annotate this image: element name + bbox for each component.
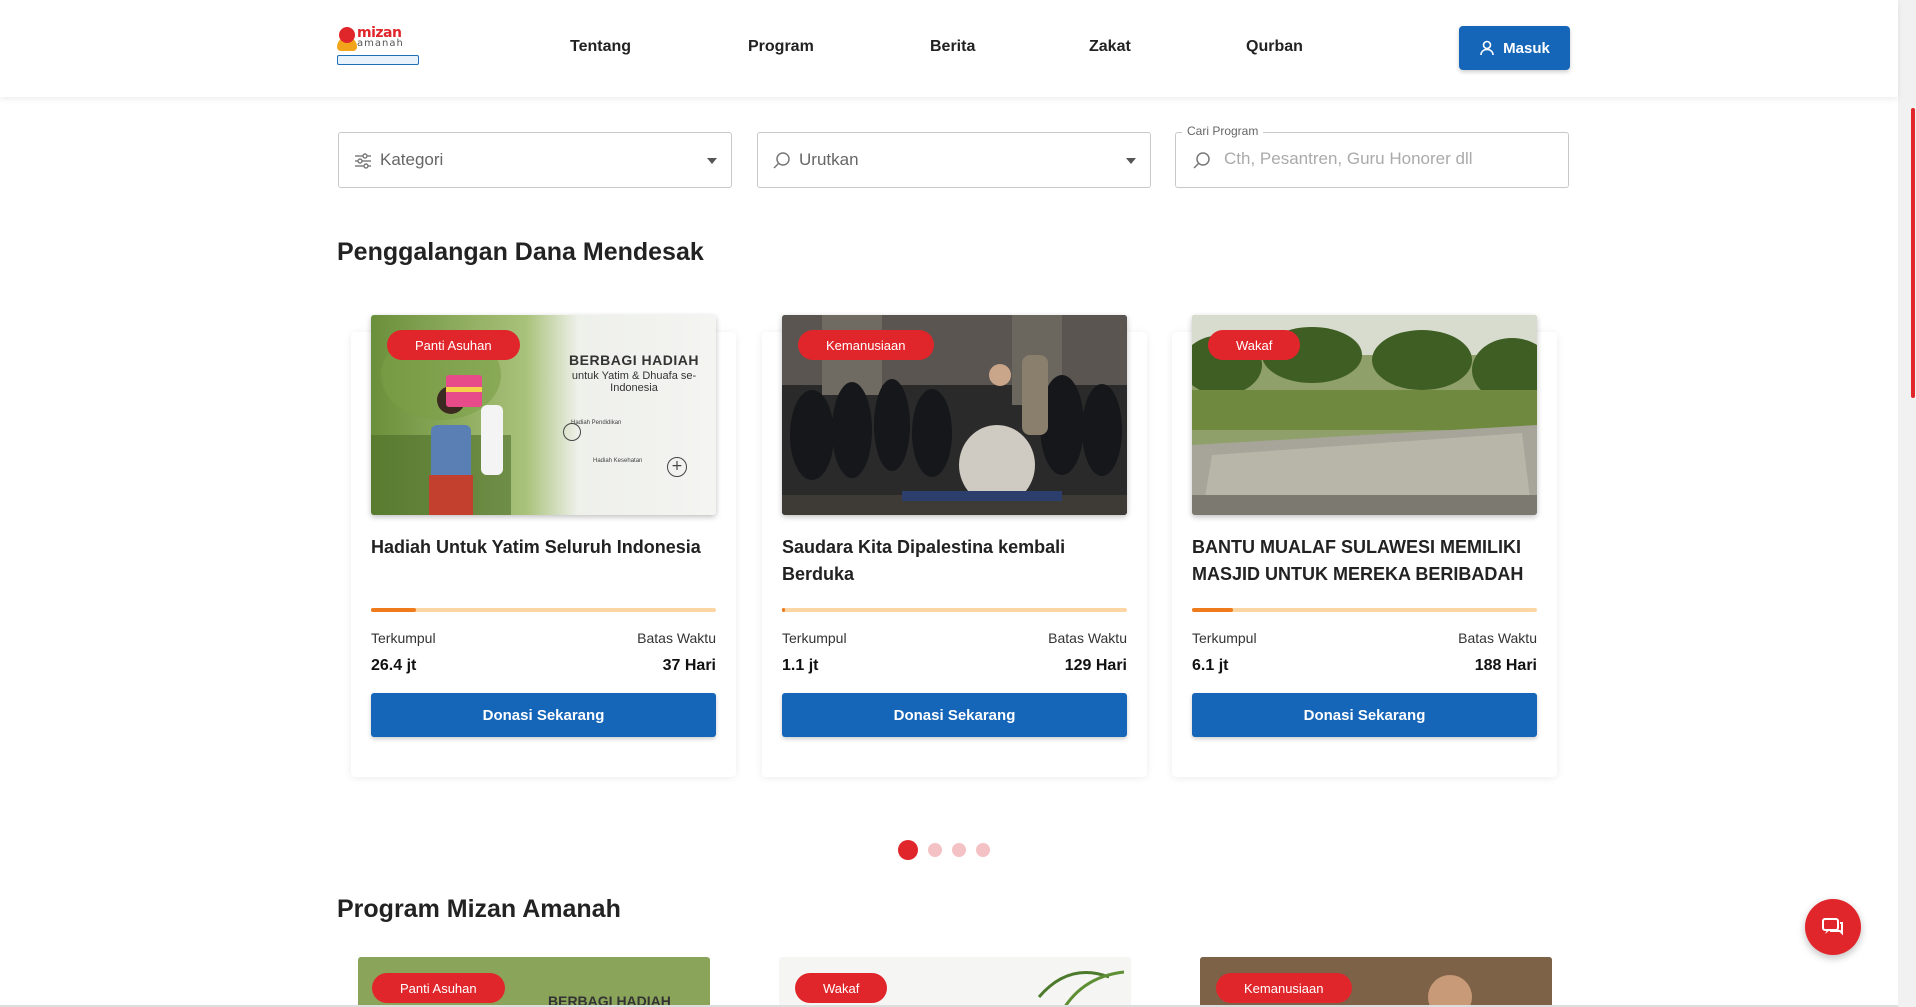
carousel-dot[interactable] bbox=[898, 840, 918, 860]
campaign-title[interactable]: BANTU MUALAF SULAWESI MEMILIKI MASJID UN… bbox=[1192, 534, 1537, 588]
category-badge: Kemanusiaan bbox=[1216, 973, 1352, 1003]
search-icon bbox=[773, 152, 790, 169]
section-title-urgent: Penggalangan Dana Mendesak bbox=[337, 238, 704, 266]
nav-item-tentang[interactable]: Tentang bbox=[570, 38, 631, 56]
search-icon bbox=[1193, 152, 1210, 169]
image-item-health: Hadiah Kesehatan bbox=[593, 458, 643, 464]
category-badge: Wakaf bbox=[1208, 330, 1301, 360]
progress-fill bbox=[782, 608, 786, 612]
graduation-icon bbox=[563, 423, 581, 441]
carousel-dot[interactable] bbox=[976, 843, 990, 857]
logo-subtext: amanah bbox=[357, 38, 404, 49]
progress-bar bbox=[1192, 608, 1537, 612]
carousel-dot[interactable] bbox=[928, 843, 942, 857]
scrollbar-thumb[interactable] bbox=[1911, 108, 1915, 398]
category-badge: Panti Asuhan bbox=[387, 330, 520, 360]
deadline-value: 37 Hari bbox=[662, 657, 716, 674]
donate-button[interactable]: Donasi Sekarang bbox=[782, 693, 1127, 737]
deadline-label: Batas Waktu bbox=[1458, 630, 1537, 646]
donate-button[interactable]: Donasi Sekarang bbox=[1192, 693, 1537, 737]
category-placeholder: Kategori bbox=[380, 150, 444, 169]
collected-label: Terkumpul bbox=[371, 630, 436, 646]
search-label: Cari Program bbox=[1182, 124, 1264, 138]
campaign-image[interactable]: Kemanusiaan bbox=[782, 315, 1127, 515]
campaign-image[interactable]: Wakaf bbox=[1192, 315, 1537, 515]
campaign-title[interactable]: Saudara Kita Dipalestina kembali Berduka bbox=[782, 534, 1127, 588]
chat-button[interactable] bbox=[1805, 899, 1861, 955]
deadline-value: 129 Hari bbox=[1064, 657, 1127, 674]
campaign-card[interactable]: BERBAGI HADIAH untuk Yatim & Dhuafa se-I… bbox=[351, 315, 736, 777]
logo-tagline-bar bbox=[337, 55, 419, 65]
nav-item-program[interactable]: Program bbox=[748, 38, 814, 56]
collected-value: 1.1 jt bbox=[782, 657, 819, 674]
section-title-programs: Program Mizan Amanah bbox=[337, 895, 621, 923]
sort-placeholder: Urutkan bbox=[799, 150, 859, 169]
search-field[interactable] bbox=[1175, 132, 1569, 188]
nav-item-berita[interactable]: Berita bbox=[930, 38, 975, 56]
campaign-card[interactable]: Kemanusiaan Saudara Kita Dipalestina kem… bbox=[762, 315, 1147, 777]
category-badge: Panti Asuhan bbox=[372, 973, 505, 1003]
login-label: Masuk bbox=[1503, 39, 1550, 57]
progress-fill bbox=[1192, 608, 1234, 612]
progress-bar bbox=[371, 608, 716, 612]
campaign-title[interactable]: Hadiah Untuk Yatim Seluruh Indonesia bbox=[371, 534, 716, 561]
deadline-label: Batas Waktu bbox=[1048, 630, 1127, 646]
deadline-label: Batas Waktu bbox=[637, 630, 716, 646]
carousel-dot[interactable] bbox=[952, 843, 966, 857]
plus-icon: + bbox=[667, 457, 687, 477]
logo[interactable]: mizan amanah bbox=[337, 25, 421, 67]
chevron-down-icon bbox=[707, 158, 717, 164]
collected-label: Terkumpul bbox=[1192, 630, 1257, 646]
deadline-value: 188 Hari bbox=[1474, 657, 1537, 674]
category-badge: Wakaf bbox=[795, 973, 888, 1003]
user-icon bbox=[1480, 40, 1494, 56]
campaign-card[interactable]: Wakaf BANTU MUALAF SULAWESI MEMILIKI MAS… bbox=[1172, 315, 1557, 777]
collected-value: 6.1 jt bbox=[1192, 657, 1229, 674]
login-button[interactable]: Masuk bbox=[1459, 26, 1570, 70]
progress-bar bbox=[782, 608, 1127, 612]
donate-button[interactable]: Donasi Sekarang bbox=[371, 693, 716, 737]
campaign-image[interactable]: BERBAGI HADIAH untuk Yatim & Dhuafa se-I… bbox=[371, 315, 716, 515]
image-subtext: untuk Yatim & Dhuafa se-Indonesia bbox=[571, 370, 697, 394]
sort-select[interactable]: Urutkan bbox=[757, 132, 1151, 188]
nav-item-zakat[interactable]: Zakat bbox=[1089, 38, 1131, 56]
image-headline: BERBAGI HADIAH bbox=[569, 352, 699, 368]
carousel-pagination bbox=[898, 840, 990, 860]
logo-figure-head bbox=[339, 27, 355, 43]
search-input[interactable] bbox=[1224, 149, 1554, 169]
category-select[interactable]: Kategori bbox=[338, 132, 732, 188]
site-header: mizan amanah Tentang Program Berita Zaka… bbox=[0, 0, 1898, 97]
nav-item-qurban[interactable]: Qurban bbox=[1246, 38, 1303, 56]
category-badge: Kemanusiaan bbox=[798, 330, 934, 360]
sliders-icon bbox=[355, 153, 371, 169]
chat-icon bbox=[1822, 918, 1843, 936]
collected-value: 26.4 jt bbox=[371, 657, 417, 674]
collected-label: Terkumpul bbox=[782, 630, 847, 646]
chevron-down-icon bbox=[1126, 158, 1136, 164]
progress-fill bbox=[371, 608, 416, 612]
